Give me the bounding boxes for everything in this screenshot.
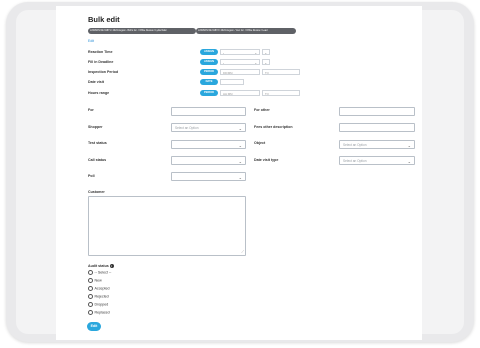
radio-icon[interactable] [88,302,93,307]
inspection-period-button[interactable]: PERIOD [200,69,218,75]
audit-radio-option[interactable]: -- Select -- [88,270,111,275]
object-select[interactable]: Select an Option ⌄ [339,140,415,149]
audit-status-label: Audit status i [88,264,114,269]
call-status-select[interactable]: ⌄ [171,156,246,165]
chevron-down-icon: ⌄ [264,61,267,65]
reaction-time-label: Reaction Time [88,50,113,54]
test-status-select[interactable]: ⌄ [171,140,246,149]
for-input[interactable] [171,107,246,116]
radio-icon[interactable] [88,286,93,291]
inspection-period-to[interactable]: TO [262,69,300,75]
call-status-label: Call status [88,158,107,162]
chevron-down-icon: ⌄ [407,159,411,164]
chevron-down-icon: ⌄ [238,175,242,180]
for-label: For [88,108,94,112]
selection-chip[interactable]: LAWSON NE 61872 / 2024 August - Your Inc… [196,28,296,34]
chevron-down-icon: ⌄ [254,51,257,55]
hours-range-button[interactable]: PERIOD [200,90,218,96]
hours-range-to[interactable]: TO [262,90,300,96]
for-other-description-input[interactable] [339,123,415,132]
date-visit-type-select[interactable]: Select an Option ⌄ [339,156,415,165]
chevron-down-icon: ⌄ [238,126,242,131]
fill-in-deadline-select-1[interactable]: - ⌄ [220,59,260,65]
audit-radio-option[interactable]: Replaced [88,310,110,315]
date-visit-input[interactable] [220,79,244,85]
for-other-input[interactable] [339,107,415,116]
chevron-down-icon: ⌄ [254,61,257,65]
poll-select[interactable]: ⌄ [171,172,246,181]
reaction-time-select-2[interactable]: ⌄ [262,49,270,55]
chevron-down-icon: ⌄ [407,143,411,148]
date-visit-type-label: Date visit type [254,158,279,162]
audit-radio-option[interactable]: New [88,278,102,283]
for-other-label: For other [254,108,270,112]
radio-icon[interactable] [88,270,93,275]
date-visit-button[interactable]: DATE [200,79,218,85]
audit-radio-option[interactable]: Rejected [88,294,109,299]
audit-radio-option[interactable]: Dropped [88,302,108,307]
test-status-label: Test status [88,141,107,145]
screen: Bulk edit LAWSON NE 61871 / 2024 August … [56,6,422,340]
chevron-down-icon: ⌄ [238,143,242,148]
shopper-select[interactable]: Select an Option ⌄ [171,123,246,132]
customer-textarea[interactable]: ⟋ [88,196,246,256]
page-title: Bulk edit [88,15,120,24]
info-icon[interactable]: i [109,264,114,269]
selection-chip[interactable]: LAWSON NE 61871 / 2024 August - Bob's In… [88,28,196,34]
resize-handle-icon[interactable]: ⟋ [241,250,244,254]
radio-icon[interactable] [88,310,93,315]
hours-range-label: Hours range [88,91,110,95]
date-visit-label: Date visit [88,80,104,84]
hours-range-from[interactable]: HH:MM [220,90,260,96]
reaction-time-assign-button[interactable]: ASSIGN [200,49,218,55]
object-label: Object [254,141,266,145]
radio-icon[interactable] [88,294,93,299]
edit-button[interactable]: Edit [87,322,101,331]
inspection-period-label: Inspection Period [88,70,119,74]
shopper-label: Shopper [88,125,103,129]
radio-icon[interactable] [88,278,93,283]
edit-link[interactable]: Edit [88,39,94,43]
customer-label: Customer [88,190,105,194]
audit-radio-option[interactable]: Accepted [88,286,109,291]
fill-in-deadline-label: Fill in Deadline [88,60,114,64]
reaction-time-select-1[interactable]: - ⌄ [220,49,260,55]
poll-label: Poll [88,174,95,178]
chevron-down-icon: ⌄ [264,51,267,55]
for-other-description-label: Fees other description [254,125,293,129]
fill-in-deadline-assign-button[interactable]: ASSIGN [200,59,218,65]
chevron-down-icon: ⌄ [238,159,242,164]
fill-in-deadline-select-2[interactable]: ⌄ [262,59,270,65]
inspection-period-from[interactable]: DD/MM [220,69,260,75]
